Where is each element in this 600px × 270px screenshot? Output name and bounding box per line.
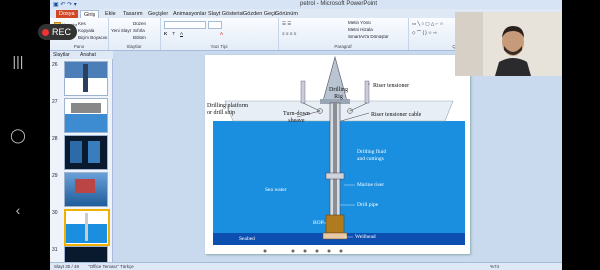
recording-indicator: REC	[38, 24, 78, 40]
quick-access-toolbar[interactable]: ▣ ↶ ↷ ▾	[53, 1, 77, 8]
label-drilling-rig: Drilling Rig	[329, 87, 348, 100]
slide-thumbnail[interactable]	[64, 61, 108, 96]
tab-file[interactable]: Dosya	[56, 10, 78, 18]
right-black-bar	[562, 0, 600, 270]
phone-navigation-bar: ||| ◯ ‹	[0, 0, 37, 270]
group-label: Yazı Tipi	[210, 44, 228, 49]
slide-thumbnails-pane[interactable]: 26 27 28 29 30 31	[50, 59, 113, 262]
reset-button[interactable]: Sıfırla	[133, 28, 145, 33]
group-font: K T A A Yazı Tipi	[160, 18, 279, 50]
italic-button[interactable]: T	[172, 31, 175, 36]
home-icon[interactable]: ◯	[10, 127, 26, 143]
section-button[interactable]: Bölüm	[133, 35, 146, 40]
tab-slides-pane[interactable]: Slaytlar	[53, 52, 70, 58]
slide-thumbnail[interactable]	[64, 135, 108, 170]
slide-thumbnail[interactable]	[64, 246, 108, 262]
label-wellhead: Wellhead	[355, 234, 376, 240]
thumb-number: 31	[52, 247, 58, 253]
riser-joint	[325, 172, 345, 180]
record-dot-icon	[42, 29, 49, 36]
format-painter-button[interactable]: Biçim Boyacısı	[78, 35, 108, 40]
cut-button[interactable]: Kes	[78, 21, 86, 26]
thumb-number: 28	[52, 136, 58, 142]
thumb-number: 27	[52, 99, 58, 105]
copy-button[interactable]: Kopyala	[78, 28, 94, 33]
layout-button[interactable]: Düzen	[133, 21, 146, 26]
label-sea-water: Sea water	[265, 187, 287, 193]
shapes-gallery-row2[interactable]: ◇ ⌒ { } ☆ ⇨	[412, 30, 437, 36]
status-bar: Slayt 30 / 48 "Office Teması" Türkçe %74	[50, 262, 562, 270]
tab-insert[interactable]: Ekle	[102, 10, 119, 18]
group-label: Pano	[73, 44, 85, 49]
pane-tabs: Slaytlar Anahat	[50, 51, 112, 59]
smartart-button[interactable]: SmartArt'a Dönüştür	[348, 34, 389, 39]
recent-apps-icon[interactable]: |||	[10, 53, 26, 69]
thumb-number: 30	[52, 210, 58, 216]
tensioner-left	[300, 80, 306, 104]
group-slides: Yeni Slayt Düzen Sıfırla Bölüm Slaytlar	[108, 18, 161, 50]
align-text-button[interactable]: Metni Hizala	[348, 27, 373, 32]
font-color-button[interactable]: A	[220, 31, 223, 36]
drilling-diagram	[213, 55, 465, 253]
label-riser-tensioner: Riser tensioner	[373, 83, 410, 89]
status-slide-info: Slayt 30 / 48	[54, 264, 80, 269]
label-riser-tensioner-cable: Riser tensioner cable	[371, 112, 422, 118]
slide-nav-dots	[263, 249, 343, 253]
thumb-number: 29	[52, 173, 58, 179]
tab-animations[interactable]: Animasyonlar	[170, 10, 209, 18]
webcam-overlay	[455, 12, 570, 76]
label-bop: BOP	[313, 220, 324, 226]
presenter-video	[455, 12, 570, 76]
bop-stack	[325, 214, 345, 234]
group-label: Paragraf	[334, 44, 352, 49]
back-icon[interactable]: ‹	[10, 202, 26, 218]
status-theme: "Office Teması"	[88, 264, 119, 269]
new-slide-button[interactable]: Yeni Slayt	[111, 28, 131, 33]
label-drilling-fluid: Drilling fluid and cuttings	[357, 149, 387, 162]
slide-thumbnail-selected[interactable]	[64, 209, 110, 246]
thumb-number: 26	[52, 62, 58, 68]
label-turn-down-sheave: Turn-down sheave	[283, 111, 310, 124]
tensioner-right	[364, 80, 370, 104]
slide-thumbnail[interactable]	[64, 98, 108, 133]
tab-transitions[interactable]: Geçişler	[145, 10, 171, 18]
label-drilling-platform: Drilling platform or drill ship	[207, 103, 249, 116]
shapes-gallery[interactable]: ▭ ╲ ○ ▢ △ ⌐ ☆	[412, 21, 444, 27]
status-zoom[interactable]: %74	[490, 264, 499, 269]
window-title: petrol - Microsoft PowerPoint	[300, 1, 378, 7]
tab-view[interactable]: Görünüm	[272, 10, 301, 18]
text-direction-button[interactable]: Metin Yönü	[348, 20, 371, 25]
group-label: Slaytlar	[126, 44, 142, 49]
label-seabed: Seabed	[239, 236, 255, 242]
drill-pipe	[333, 103, 337, 227]
wellhead	[322, 232, 348, 240]
font-size-box[interactable]	[208, 21, 222, 29]
label-drill-pipe: Drill pipe	[357, 202, 379, 208]
status-language[interactable]: Türkçe	[120, 264, 134, 269]
bold-button[interactable]: K	[164, 31, 167, 36]
group-paragraph: ☰ ☰ ≡ ≡ ≡ ≡ Metin Yönü Metni Hizala Smar…	[278, 18, 409, 50]
bullets-button[interactable]: ☰ ☰	[282, 21, 291, 27]
underline-button[interactable]: A	[180, 31, 183, 36]
label-marine-riser: Marine riser	[357, 182, 385, 188]
tab-outline-pane[interactable]: Anahat	[80, 52, 96, 58]
title-bar: ▣ ↶ ↷ ▾ petrol - Microsoft PowerPoint	[50, 0, 562, 9]
slide-thumbnail[interactable]	[64, 172, 108, 207]
tab-design[interactable]: Tasarım	[120, 10, 146, 18]
slide-canvas[interactable]: Drilling Rig Riser tensioner Drilling pl…	[205, 55, 470, 254]
align-buttons[interactable]: ≡ ≡ ≡ ≡	[282, 31, 296, 36]
font-name-box[interactable]	[164, 21, 206, 29]
slide-editor[interactable]: Drilling Rig Riser tensioner Drilling pl…	[113, 51, 562, 262]
